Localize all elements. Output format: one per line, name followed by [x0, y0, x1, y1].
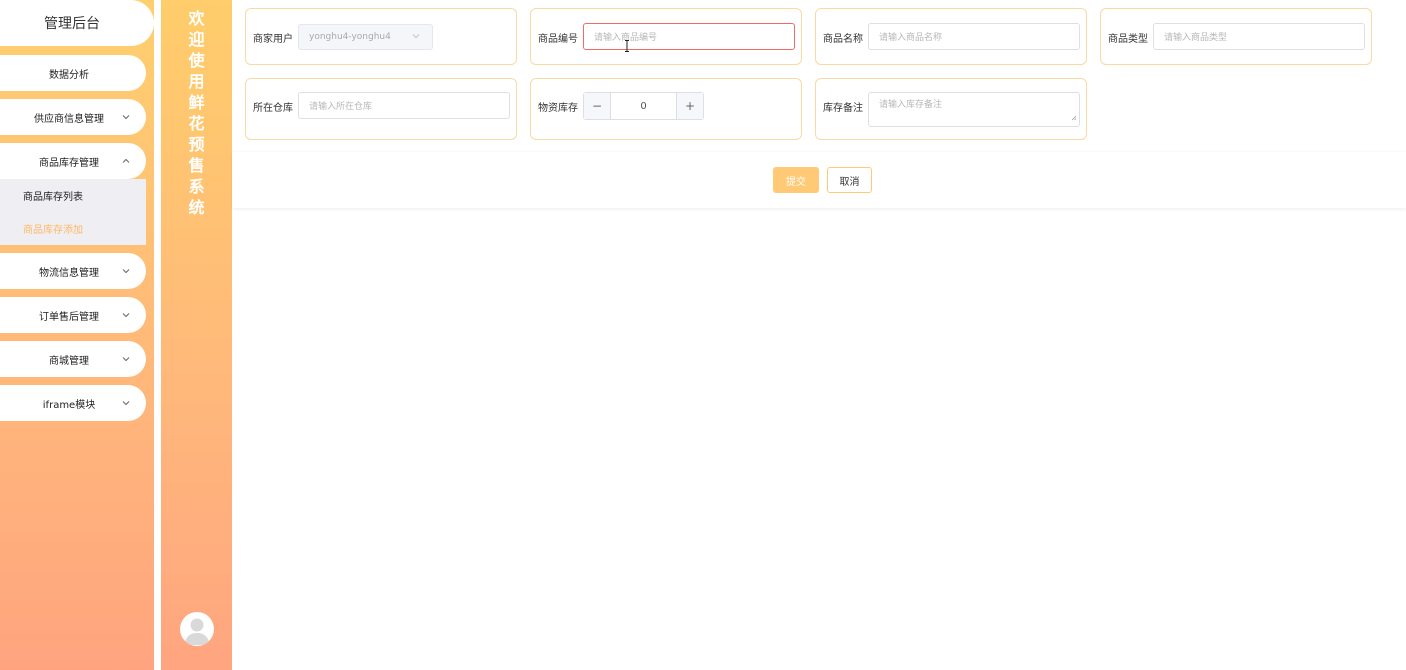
cancel-button[interactable]: 取消: [827, 167, 872, 193]
chevron-down-icon: [120, 111, 132, 123]
chevron-down-icon: [120, 309, 132, 321]
welcome-char: 用: [188, 72, 205, 91]
welcome-text: 欢 迎 使 用 鲜 花 预 售 系 统: [161, 8, 232, 218]
field-product-type: 商品类型 请输入商品类型: [1100, 8, 1372, 65]
stock-note-textarea[interactable]: 请输入库存备注: [868, 92, 1080, 127]
menu-item-logistics[interactable]: 物流信息管理: [0, 253, 146, 289]
menu-item-label: 数据分析: [49, 69, 89, 81]
field-label: 库存备注: [823, 103, 863, 114]
welcome-char: 鲜: [188, 93, 205, 112]
product-name-input[interactable]: 请输入商品名称: [868, 23, 1080, 50]
field-label: 商品名称: [823, 34, 863, 45]
welcome-char: 系: [188, 177, 205, 196]
decrement-button[interactable]: −: [584, 93, 611, 119]
welcome-char: 欢: [188, 9, 205, 28]
menu-item-label: 物流信息管理: [39, 267, 99, 279]
chevron-down-icon: [120, 397, 132, 409]
menu-item-label: iframe模块: [42, 399, 96, 411]
menu-item-mall[interactable]: 商城管理: [0, 341, 146, 377]
welcome-char: 花: [188, 114, 205, 133]
welcome-banner: 欢 迎 使 用 鲜 花 预 售 系 统: [161, 0, 232, 670]
sidebar-title: 管理后台: [0, 0, 154, 46]
field-stock-note: 库存备注 请输入库存备注: [815, 78, 1087, 140]
menu-item-label: 商城管理: [49, 355, 89, 367]
field-label: 商品编号: [538, 34, 578, 45]
warehouse-input[interactable]: 请输入所在仓库: [298, 92, 510, 119]
submit-button[interactable]: 提交: [773, 167, 819, 193]
product-type-input[interactable]: 请输入商品类型: [1153, 23, 1365, 50]
submenu-item-inventory-add[interactable]: 商品库存添加: [0, 212, 146, 245]
field-label: 商家用户: [253, 34, 293, 45]
sidebar: 管理后台 数据分析 供应商信息管理 商品库存管理 商品库存列表 商品库存添加 物…: [0, 0, 154, 670]
product-code-input[interactable]: 请输入商品编号: [583, 23, 795, 50]
product-name-placeholder: 请输入商品名称: [879, 33, 943, 43]
inventory-submenu: 商品库存列表 商品库存添加: [0, 179, 146, 245]
increment-button[interactable]: +: [676, 93, 703, 119]
stock-stepper: − 0 +: [583, 92, 704, 120]
stock-note-placeholder: 请输入库存备注: [879, 100, 943, 110]
product-type-placeholder: 请输入商品类型: [1164, 33, 1228, 43]
field-label: 商品类型: [1108, 34, 1148, 45]
menu-item-inventory[interactable]: 商品库存管理: [0, 143, 146, 179]
chevron-down-icon: [120, 353, 132, 365]
menu-item-supplier[interactable]: 供应商信息管理: [0, 99, 146, 135]
menu-item-iframe[interactable]: iframe模块: [0, 385, 146, 421]
field-product-code: 商品编号 请输入商品编号: [530, 8, 802, 65]
main-content: 商家用户 yonghu4-yonghu4 商品编号 请输入商品编号 商品名称 请…: [232, 0, 1406, 670]
menu-item-label: 商品库存管理: [39, 157, 99, 169]
field-stock: 物资库存 − 0 +: [530, 78, 802, 140]
stock-value[interactable]: 0: [611, 93, 676, 119]
merchant-user-select[interactable]: yonghu4-yonghu4: [298, 24, 433, 50]
field-warehouse: 所在仓库 请输入所在仓库: [245, 78, 517, 140]
sidebar-menu: 数据分析 供应商信息管理 商品库存管理 商品库存列表 商品库存添加 物流信息管理…: [0, 55, 146, 429]
welcome-char: 迎: [188, 30, 205, 49]
menu-item-after-sales[interactable]: 订单售后管理: [0, 297, 146, 333]
field-label: 物资库存: [538, 103, 578, 114]
welcome-char: 预: [188, 135, 205, 154]
resize-handle-icon[interactable]: [1071, 114, 1077, 124]
welcome-char: 使: [188, 51, 205, 70]
menu-item-data-analysis[interactable]: 数据分析: [0, 55, 146, 91]
warehouse-placeholder: 请输入所在仓库: [309, 102, 373, 112]
chevron-up-icon: [120, 155, 132, 167]
app-title: 管理后台: [44, 16, 100, 32]
submenu-item-inventory-list[interactable]: 商品库存列表: [0, 179, 146, 212]
field-product-name: 商品名称 请输入商品名称: [815, 8, 1087, 65]
user-avatar-icon: [185, 618, 209, 645]
menu-item-label: 订单售后管理: [39, 311, 99, 323]
chevron-down-icon: [412, 32, 420, 42]
welcome-char: 售: [188, 156, 205, 175]
sidebar-divider: [154, 0, 161, 670]
welcome-char: 统: [188, 198, 205, 217]
merchant-user-value: yonghu4-yonghu4: [309, 32, 391, 42]
text-cursor-icon: [624, 40, 630, 55]
field-label: 所在仓库: [253, 103, 293, 114]
form-action-bar: 提交 取消: [232, 152, 1406, 208]
field-merchant-user: 商家用户 yonghu4-yonghu4: [245, 8, 517, 65]
menu-item-label: 供应商信息管理: [34, 113, 104, 125]
chevron-down-icon: [120, 265, 132, 277]
user-avatar[interactable]: [180, 612, 214, 646]
